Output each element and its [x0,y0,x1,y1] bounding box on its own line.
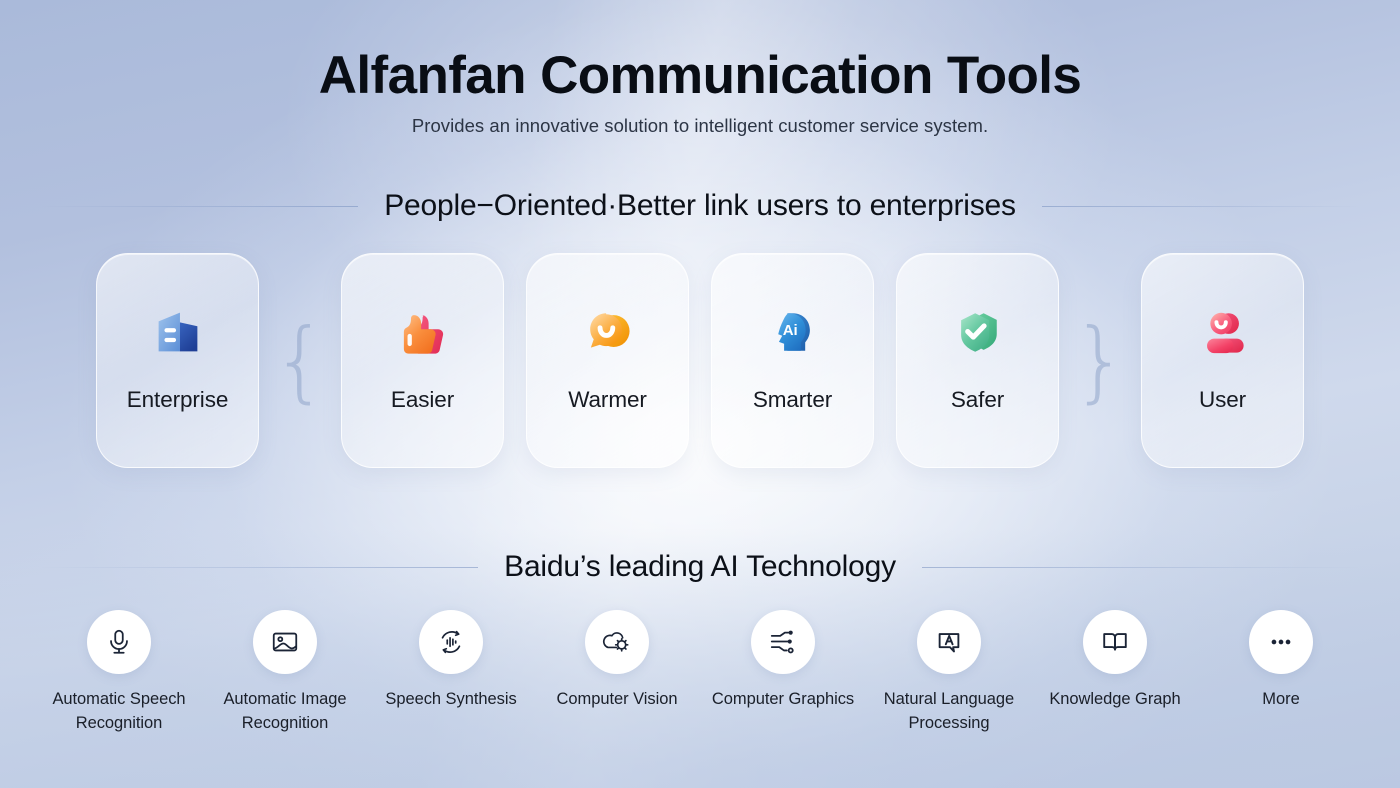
people-section-heading: People−Oriented·Better link users to ent… [40,189,1360,223]
ellipsis-icon [1249,610,1313,675]
divider-left [40,205,359,207]
ai-section-title: Baidu’s leading AI Technology [504,550,896,584]
waveform-refresh-icon [419,610,483,675]
tech-item-label: Automatic Speech Recognition [52,690,186,733]
feature-card-safer[interactable]: Safer [896,253,1059,469]
slide-canvas: Alfanfan Communication Tools Provides an… [0,0,1400,788]
feature-card-label: Safer [950,387,1005,413]
feature-card-user[interactable]: User [1141,253,1304,469]
tech-item-automatic-speech-recognition[interactable]: Automatic Speech Recognition [36,610,202,736]
feature-card-smarter[interactable]: Ai Smarter [711,253,874,469]
tech-item-label: Automatic Image Recognition [223,690,347,733]
tech-item-label: More [1262,690,1300,709]
tech-item-speech-synthesis[interactable]: Speech Synthesis [368,610,534,712]
tech-item-knowledge-graph[interactable]: Knowledge Graph [1032,610,1198,712]
tech-item-computer-graphics[interactable]: Computer Graphics [700,610,866,712]
cloud-gear-icon [585,610,649,675]
tech-item-label: Computer Graphics [711,690,855,709]
tech-item-natural-language-processing[interactable]: Natural Language Processing [866,610,1032,736]
thumbs-up-icon [390,299,456,365]
hero-header: Alfanfan Communication Tools Provides an… [0,0,1400,137]
feature-card-label: Warmer [568,387,647,413]
feature-card-row: Enterprise {Easier Warmer Ai Smarter Sa… [0,253,1400,469]
circuit-nodes-icon [751,610,815,675]
ai-section-heading: Baidu’s leading AI Technology [40,550,1361,584]
smiling-chat-bubble-icon [575,299,641,365]
tech-item-computer-vision[interactable]: Computer Vision [534,610,700,712]
people-section-title: People−Oriented·Better link users to ent… [384,189,1016,223]
open-book-icon [1083,610,1147,675]
tech-item-label: Knowledge Graph [1049,690,1181,709]
user-avatar-icon [1190,299,1256,365]
speech-bubble-a-icon [917,610,981,675]
tech-item-automatic-image-recognition[interactable]: Automatic Image Recognition [202,610,368,736]
feature-card-warmer[interactable]: Warmer [526,253,689,469]
divider-right [1041,205,1360,207]
divider-right [921,566,1361,568]
page-title: Alfanfan Communication Tools [318,46,1082,105]
left-brace: { [272,308,328,412]
enterprise-building-icon [145,299,211,365]
ai-section: Baidu’s leading AI Technology Automatic … [0,550,1400,736]
tech-item-more[interactable]: More [1198,610,1364,712]
feature-card-label: User [1198,387,1247,413]
tech-item-label: Natural Language Processing [883,690,1015,733]
microphone-icon [87,610,151,675]
shield-check-icon [945,299,1011,365]
feature-card-label: Enterprise [126,387,229,413]
page-subtitle: Provides an innovative solution to intel… [411,115,989,137]
svg-text:Ai: Ai [782,322,797,339]
divider-left [40,566,479,568]
feature-card-easier[interactable]: Easier [341,253,504,469]
feature-card-enterprise[interactable]: Enterprise [96,253,259,469]
feature-card-label: Easier [390,387,455,413]
image-picture-icon [253,610,317,675]
tech-item-label: Computer Vision [556,690,678,709]
tech-item-label: Speech Synthesis [385,690,517,709]
ai-head-icon: Ai [760,299,826,365]
right-brace: } [1072,308,1128,412]
ai-tech-row: Automatic Speech Recognition Automatic I… [35,610,1365,736]
feature-card-label: Smarter [752,387,833,413]
